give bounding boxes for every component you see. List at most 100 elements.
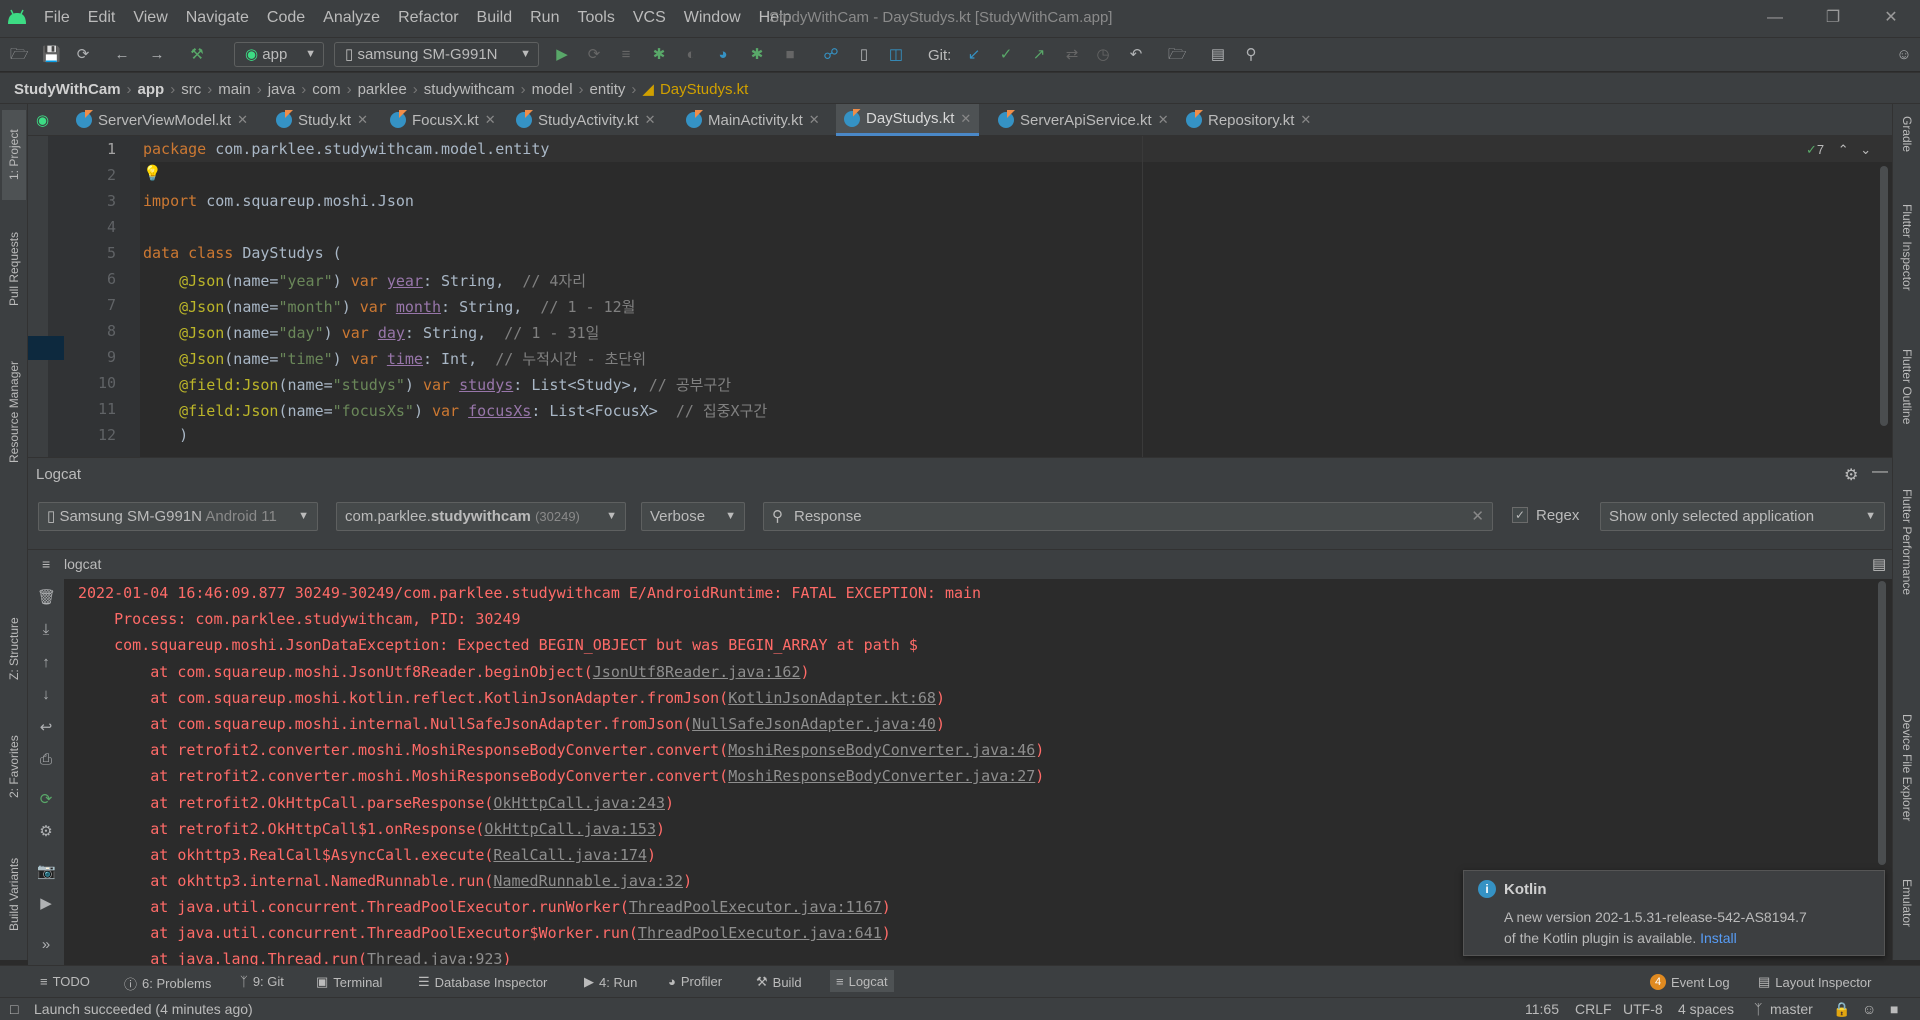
regex-checkbox[interactable]: ✓ [1512,507,1528,523]
gradle-sync-icon[interactable]: ☍ [822,46,840,64]
menu-vcs[interactable]: VCS [633,9,666,27]
arrow-down-icon[interactable]: ↓ [37,686,55,704]
menu-view[interactable]: View [133,9,167,27]
restore-icon[interactable]: ❐ [1821,6,1845,30]
breadcrumb-item[interactable]: studywithcam [424,81,515,98]
close-tab-icon[interactable]: ✕ [237,112,248,128]
tab-favorites[interactable]: 2: Favorites [2,719,26,814]
editor-tab-active[interactable]: DayStudys.kt ✕ [836,104,980,136]
run-config-select[interactable]: ◉ app ▼ [234,42,324,67]
tab-event-log[interactable]: 4 Event Log [1650,974,1730,990]
install-link[interactable]: Install [1700,930,1737,946]
breadcrumb-item[interactable]: DayStudys.kt [660,81,748,98]
account-icon[interactable]: ☺ [1895,46,1913,64]
sdk-manager-icon[interactable]: ◫ [887,46,905,64]
menu-run[interactable]: Run [530,9,559,27]
tab-pull-requests[interactable]: Pull Requests [2,214,26,324]
tab-project[interactable]: 1: Project [2,110,26,200]
avd-manager-icon[interactable]: ▯ [855,46,873,64]
tab-device-file-explorer[interactable]: Device File Explorer [1895,714,1919,864]
scroll-to-end-icon[interactable]: ⤓ [37,621,55,639]
device-select[interactable]: ▯ samsung SM-G991N ▼ [334,42,539,67]
tab-flutter-inspector[interactable]: Flutter Inspector [1895,204,1919,334]
stack-link[interactable]: MoshiResponseBodyConverter.java:46 [728,741,1035,759]
chevron-up-icon[interactable]: ⌃ [1838,142,1849,157]
tab-resource-manager[interactable]: Resource Manager [2,344,26,479]
editor-tab[interactable]: Repository.kt ✕ [1186,104,1311,136]
lock-icon[interactable]: 🔒 [1833,1001,1850,1018]
back-icon[interactable]: ← [113,46,131,64]
editor-tab[interactable]: MainActivity.kt ✕ [686,104,820,136]
arrow-up-icon[interactable]: ↑ [37,654,55,672]
git-rollback-icon[interactable]: ↶ [1127,46,1145,64]
tab-problems[interactable]: ⓘ 6: Problems [124,974,211,993]
inspector-icon[interactable]: ☺ [1862,1001,1876,1017]
menu-code[interactable]: Code [267,9,305,27]
menu-file[interactable]: File [44,9,70,27]
tab-gradle[interactable]: Gradle [1895,116,1919,186]
settings-icon[interactable]: ⚙ [37,823,55,841]
editor-tab[interactable]: FocusX.kt ✕ [390,104,496,136]
screen-record-icon[interactable]: ▶ [37,895,55,913]
stack-link[interactable]: KotlinJsonAdapter.kt:68 [728,689,936,707]
stack-link[interactable]: ThreadPoolExecutor.java:641 [638,924,882,942]
breadcrumb-item[interactable]: model [532,81,573,98]
tab-build[interactable]: ⚒ Build [756,974,802,990]
close-tab-icon[interactable]: ✕ [1158,112,1169,128]
stack-link[interactable]: OkHttpCall.java:153 [484,820,656,838]
tab-run[interactable]: ▶ 4: Run [584,974,637,990]
breadcrumb-item[interactable]: app [138,81,165,98]
hammer-build-icon[interactable]: ⚒ [188,46,206,64]
stack-link[interactable]: Thread.java:923 [367,950,502,965]
stack-link[interactable]: MoshiResponseBodyConverter.java:27 [728,767,1035,785]
editor-tab[interactable]: ServerViewModel.kt ✕ [76,104,248,136]
tab-logcat[interactable]: ≡ Logcat [830,970,894,992]
close-tab-icon[interactable]: ✕ [357,112,368,128]
forward-icon[interactable]: → [148,46,166,64]
tab-terminal[interactable]: ▣ Terminal [316,974,382,990]
tab-database-inspector[interactable]: ☰ Database Inspector [418,974,547,990]
tab-structure[interactable]: Z: Structure [2,604,26,694]
stop-icon[interactable]: ■ [781,46,799,64]
clear-search-icon[interactable]: ✕ [1471,503,1484,530]
menu-build[interactable]: Build [477,9,513,27]
breadcrumb-item[interactable]: parklee [358,81,407,98]
stack-link[interactable]: OkHttpCall.java:243 [493,794,665,812]
profile-icon[interactable]: ◕ [714,46,732,64]
line-separator[interactable]: CRLF [1575,1001,1612,1017]
search-icon[interactable]: ⚲ [1242,46,1260,64]
breadcrumb-item[interactable]: main [218,81,251,98]
gear-icon[interactable]: ⚙ [1844,465,1858,485]
trash-icon[interactable]: 🗑 [37,589,56,607]
notifications-icon[interactable]: ■ [1890,1001,1898,1017]
presentation-icon[interactable]: ▤ [1209,46,1227,64]
close-tab-icon[interactable]: ✕ [809,112,820,128]
tab-layout-inspector[interactable]: ▤ Layout Inspector [1758,974,1871,990]
tab-build-variants[interactable]: Build Variants [2,839,26,949]
process-filter-select[interactable]: com.parklee.studywithcam (30249) ▼ [336,502,626,531]
git-push-icon[interactable]: ↗ [1030,46,1048,64]
stack-link[interactable]: JsonUtf8Reader.java:162 [593,663,801,681]
layout-icon[interactable]: ▤ [1872,555,1886,573]
breadcrumb-item[interactable]: StudyWithCam [14,81,121,98]
editor-tab[interactable]: ServerApiService.kt ✕ [998,104,1169,136]
log-scrollbar[interactable] [1878,581,1886,865]
status-panel-icon[interactable]: □ [10,1001,18,1017]
attach-debugger-icon[interactable]: ✱ [748,46,766,64]
log-search-input[interactable]: ⚲ Response ✕ [763,502,1493,531]
file-encoding[interactable]: UTF-8 [1623,1001,1663,1017]
menu-tools[interactable]: Tools [577,9,614,27]
minimize-icon[interactable]: — [1763,6,1787,30]
git-branch[interactable]: master [1770,1001,1813,1017]
git-history-icon[interactable]: ◷ [1094,46,1112,64]
app-filter-select[interactable]: Show only selected application ▼ [1600,502,1885,531]
stack-link[interactable]: NamedRunnable.java:32 [493,872,683,890]
breadcrumb-item[interactable]: entity [590,81,626,98]
breadcrumb-item[interactable]: com [312,81,340,98]
inspection-widget[interactable]: ✓7 ⌃ ⌄ [1806,142,1871,158]
stack-link[interactable]: RealCall.java:174 [493,846,647,864]
soft-wrap-icon[interactable]: ↩ [37,719,55,737]
breadcrumb-item[interactable]: src [181,81,201,98]
menu-navigate[interactable]: Navigate [186,9,249,27]
device-filter-select[interactable]: ▯ Samsung SM-G991N Android 11 ▼ [38,502,318,531]
